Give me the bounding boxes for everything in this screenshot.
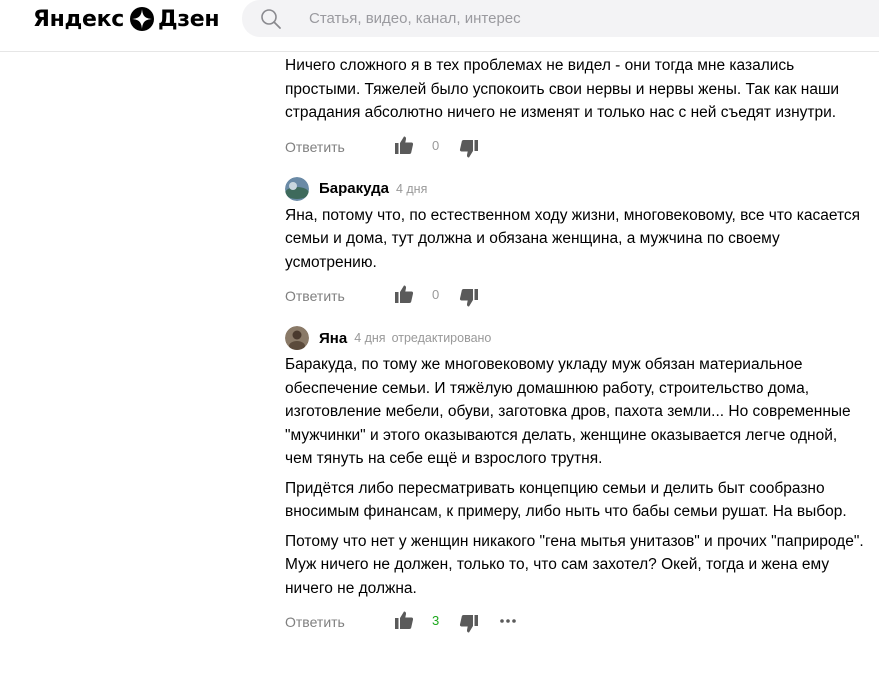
author-name[interactable]: Баракуда (319, 180, 389, 197)
zen-logo-icon (130, 7, 155, 31)
comments-list: Ничего сложного я в тех проблемах не вид… (285, 52, 865, 638)
comment-item: Баракуда 4 дня Яна, потому что, по естес… (285, 175, 865, 313)
comment-actions: Ответить 3 (285, 606, 865, 638)
comment-author-row: Баракуда 4 дня (285, 175, 865, 203)
comment-paragraph: Придётся либо пересматривать концепцию с… (285, 479, 847, 521)
comment-actions: Ответить 0 (285, 131, 865, 163)
comment-text: Яна, потому что, по естественном ходу жи… (285, 204, 865, 275)
search-bar[interactable] (242, 0, 879, 37)
comment-actions: Ответить 0 (285, 280, 865, 312)
comment-time: 4 дня (395, 181, 428, 196)
thumbs-down-icon[interactable] (459, 288, 479, 308)
thumbs-down-icon[interactable] (459, 139, 479, 159)
comment-paragraph: Баракуда, по тому же многовековому уклад… (285, 356, 851, 467)
comment-text: Баракуда, по тому же многовековому уклад… (285, 353, 865, 600)
logo-text-zen: Дзен (158, 6, 220, 32)
comment-paragraph: Потому что нет у женщин никакого "гена м… (285, 532, 864, 597)
like-count: 3 (432, 613, 440, 628)
edited-label: отредактировано (391, 331, 492, 345)
avatar[interactable] (285, 326, 309, 350)
thumbs-up-icon[interactable] (394, 135, 414, 155)
top-header: Яндекс Дзен (0, 0, 879, 52)
logo-text-yandex: Яндекс (33, 6, 125, 32)
reply-button[interactable]: Ответить (285, 139, 345, 155)
comment-item: Яна 4 дня отредактировано Баракуда, по т… (285, 324, 865, 638)
thumbs-down-icon[interactable] (459, 614, 479, 634)
yandex-zen-logo[interactable]: Яндекс Дзен (33, 6, 220, 32)
comment-paragraph: Яна, потому что, по естественном ходу жи… (285, 206, 861, 271)
thumbs-up-icon[interactable] (394, 610, 414, 630)
avatar[interactable] (285, 176, 309, 201)
like-count: 0 (432, 287, 440, 302)
comment-time: 4 дня (354, 331, 386, 345)
reply-button[interactable]: Ответить (285, 614, 345, 630)
comment-paragraph: Ничего сложного я в тех проблемах не вид… (285, 57, 840, 121)
more-options-icon[interactable] (499, 612, 517, 630)
like-count: 0 (432, 137, 440, 153)
comment-author-row: Яна 4 дня отредактировано (285, 324, 865, 352)
search-input[interactable] (309, 3, 809, 34)
thumbs-up-icon[interactable] (394, 284, 414, 304)
search-icon[interactable] (260, 8, 282, 30)
author-name[interactable]: Яна (319, 330, 347, 347)
reply-button[interactable]: Ответить (285, 288, 345, 304)
comment-item: Ничего сложного я в тех проблемах не вид… (285, 52, 865, 163)
comment-text: Ничего сложного я в тех проблемах не вид… (285, 54, 865, 125)
